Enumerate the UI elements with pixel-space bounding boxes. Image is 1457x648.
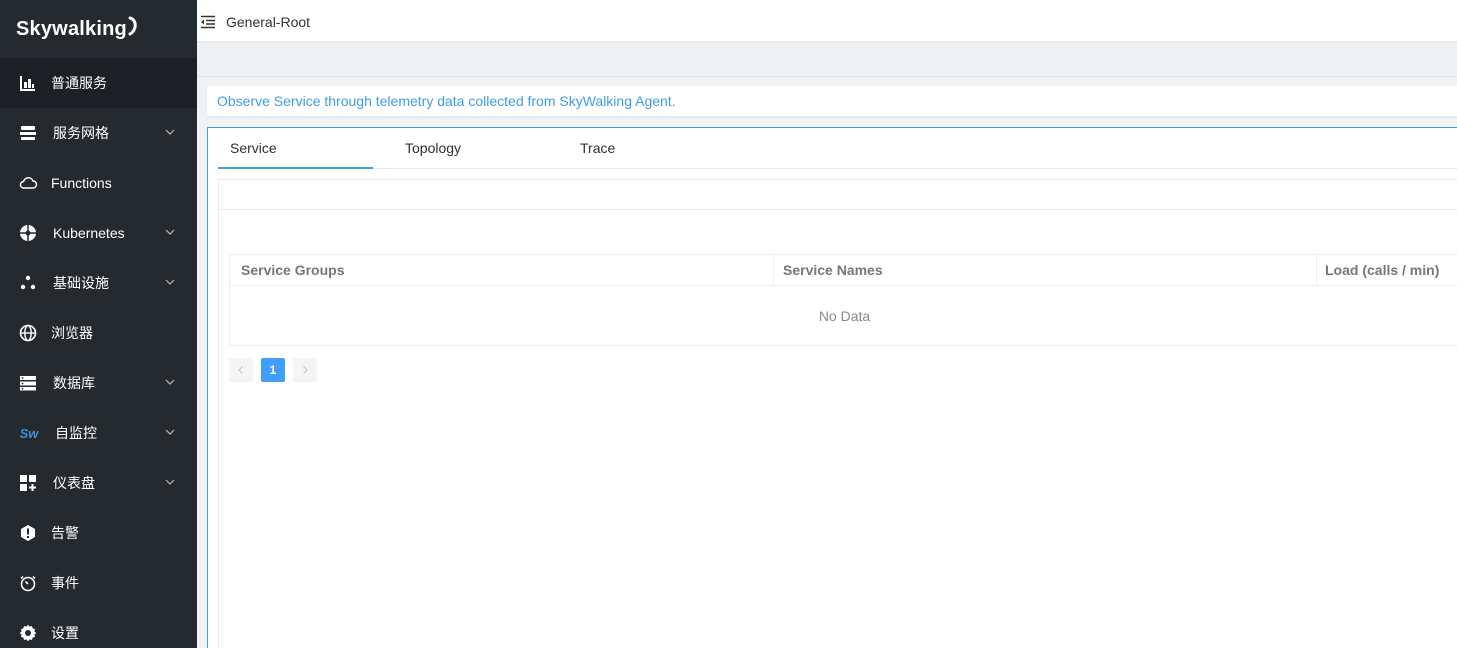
widget-header xyxy=(219,180,1457,210)
next-page-button[interactable] xyxy=(293,358,317,382)
chevron-down-icon xyxy=(165,479,175,485)
sidebar-item-label: 浏览器 xyxy=(51,325,93,341)
description-banner: Observe Service through telemetry data c… xyxy=(207,86,1457,117)
table-header: Service Groups Service Names Load (calls… xyxy=(230,255,1457,286)
server-stack-icon xyxy=(18,123,38,143)
sidebar-item-label: 数据库 xyxy=(53,375,95,391)
sidebar-item-label: Kubernetes xyxy=(53,225,125,241)
sidebar-item-label: 仪表盘 xyxy=(53,475,95,491)
sidebar-item-label: 自监控 xyxy=(55,425,97,441)
sidebar-item-label: 服务网格 xyxy=(53,125,109,141)
chevron-left-icon xyxy=(238,366,243,374)
bar-chart-icon xyxy=(18,73,38,93)
empty-state: No Data xyxy=(818,308,871,324)
main-panel: Service Topology Trace Service Groups Se… xyxy=(207,127,1457,648)
sidebar-item-database[interactable]: 数据库 xyxy=(0,358,197,408)
tab-topology[interactable]: Topology xyxy=(405,128,461,169)
logo-hook-icon xyxy=(128,16,137,36)
breadcrumb: General-Root xyxy=(226,14,311,30)
pagination: 1 xyxy=(229,358,325,382)
menu-fold-icon[interactable] xyxy=(200,15,216,29)
globe-icon xyxy=(18,323,38,343)
column-header-service-names: Service Names xyxy=(773,255,1316,286)
sidebar-item-functions[interactable]: Functions xyxy=(0,158,197,208)
sidebar-item-label: 基础设施 xyxy=(53,275,109,291)
sidebar-item-label: 告警 xyxy=(51,525,79,541)
sidebar-item-dashboard[interactable]: 仪表盘 xyxy=(0,458,197,508)
chevron-down-icon xyxy=(165,279,175,285)
sidebar-item-label: Functions xyxy=(51,175,112,191)
logo-text: Skywalking xyxy=(16,17,127,40)
kubernetes-icon xyxy=(18,223,38,243)
sidebar-item-browser[interactable]: 浏览器 xyxy=(0,308,197,358)
chevron-down-icon xyxy=(165,429,175,435)
toolbar-strip xyxy=(197,42,1457,77)
sidebar-item-settings[interactable]: 设置 xyxy=(0,608,197,648)
sidebar-item-events[interactable]: 事件 xyxy=(0,558,197,608)
gear-icon xyxy=(18,623,38,643)
dashboard-add-icon xyxy=(18,473,38,493)
tab-bar: Service Topology Trace xyxy=(218,128,1457,169)
alert-hexagon-icon xyxy=(18,523,38,543)
chevron-down-icon xyxy=(165,229,175,235)
chevron-right-icon xyxy=(303,366,308,374)
cloud-icon xyxy=(18,173,38,193)
chevron-down-icon xyxy=(165,129,175,135)
sidebar-item-alarm[interactable]: 告警 xyxy=(0,508,197,558)
column-header-service-groups: Service Groups xyxy=(241,262,345,278)
prev-page-button[interactable] xyxy=(229,358,253,382)
sidebar-item-kubernetes[interactable]: Kubernetes xyxy=(0,208,197,258)
sidebar-item-label: 事件 xyxy=(51,575,79,591)
sidebar-item-label: 普通服务 xyxy=(51,75,107,91)
sw-logo-icon: Sw xyxy=(19,425,39,441)
page-number-button[interactable]: 1 xyxy=(261,358,285,382)
tab-service[interactable]: Service xyxy=(218,128,373,169)
logo[interactable]: Skywalking xyxy=(0,0,197,58)
sidebar-item-service-mesh[interactable]: 服务网格 xyxy=(0,108,197,158)
widget-container: Service Groups Service Names Load (calls… xyxy=(218,179,1457,648)
chevron-down-icon xyxy=(165,379,175,385)
sidebar-item-self-observability[interactable]: Sw 自监控 xyxy=(0,408,197,458)
header-bar: General-Root xyxy=(197,3,1457,42)
sidebar: Skywalking 普通服务 服务网格 Functions Kubernete… xyxy=(0,0,197,648)
sidebar-item-general-service[interactable]: 普通服务 xyxy=(0,58,197,108)
timer-icon xyxy=(18,573,38,593)
sidebar-item-label: 设置 xyxy=(51,625,79,641)
sidebar-item-infrastructure[interactable]: 基础设施 xyxy=(0,258,197,308)
column-header-load: Load (calls / min) xyxy=(1316,255,1457,286)
service-table: Service Groups Service Names Load (calls… xyxy=(229,254,1457,346)
dots-cluster-icon xyxy=(18,273,38,293)
database-icon xyxy=(18,373,38,393)
tab-trace[interactable]: Trace xyxy=(580,128,615,169)
